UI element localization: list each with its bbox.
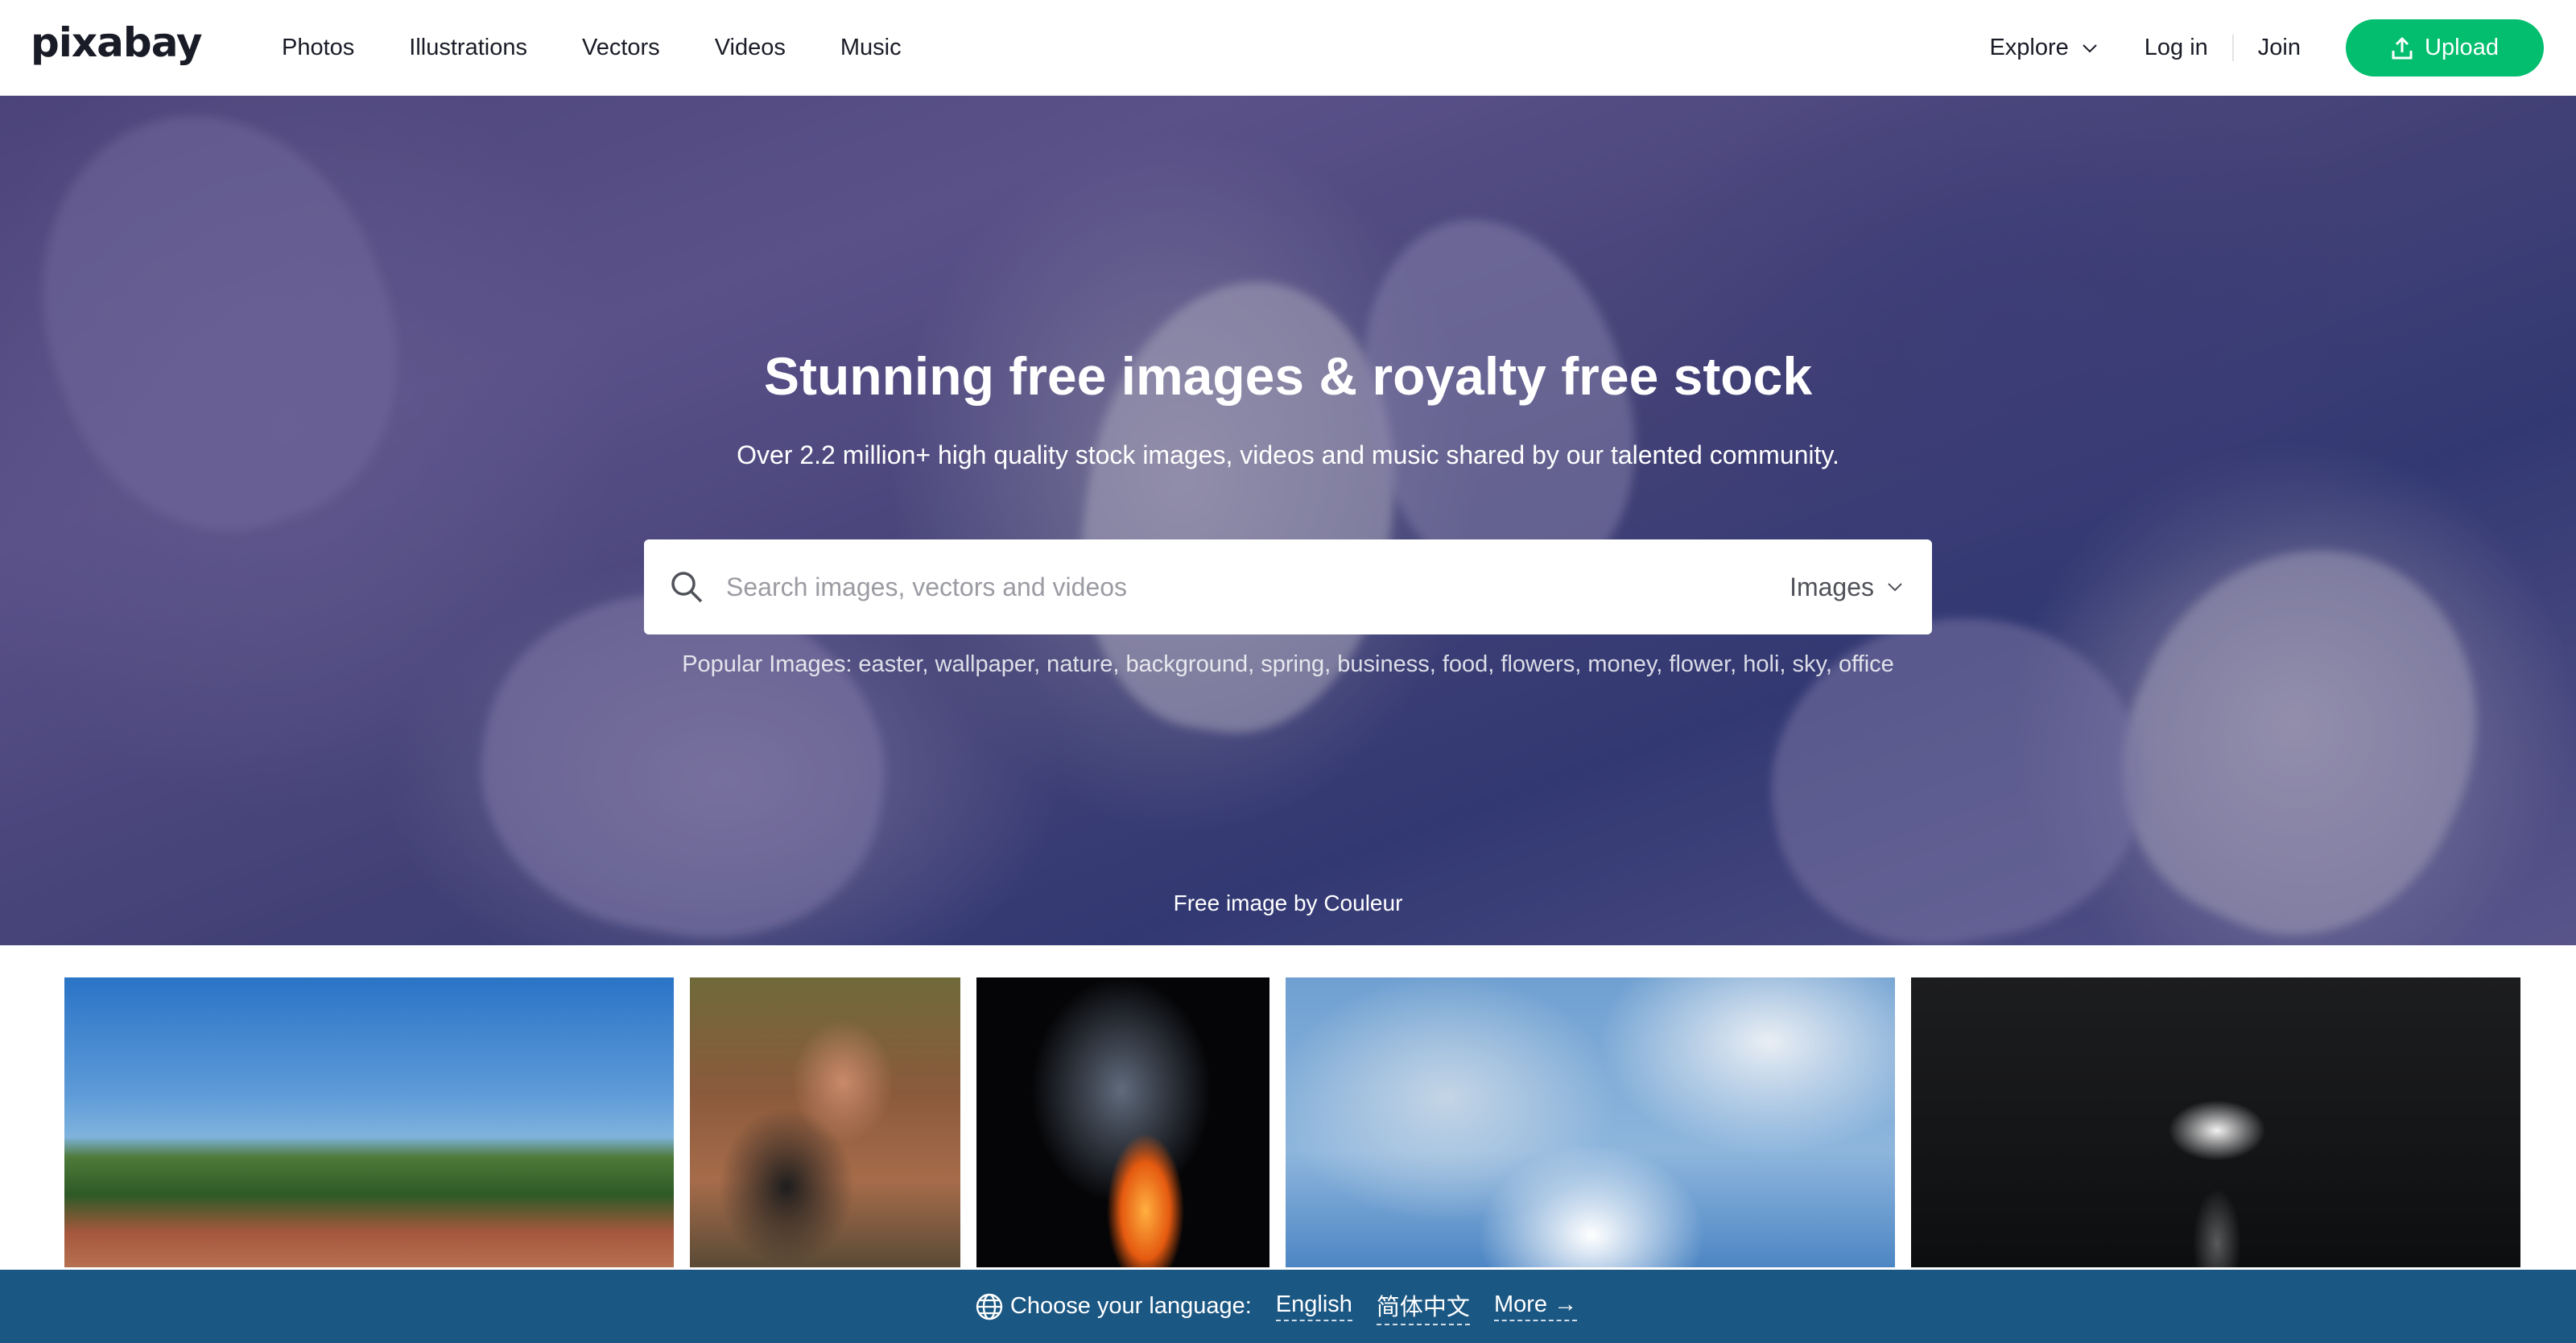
hero-overlay <box>0 96 2576 945</box>
upload-label: Upload <box>2425 35 2499 60</box>
image-gallery <box>0 977 2576 1267</box>
nav-music[interactable]: Music <box>840 35 902 61</box>
hero-subtitle: Over 2.2 million+ high quality stock ima… <box>737 440 1839 469</box>
chevron-down-icon <box>1888 583 1902 592</box>
language-english[interactable]: English <box>1275 1291 1352 1321</box>
search-icon[interactable] <box>668 568 705 605</box>
gallery-image[interactable] <box>976 977 1269 1267</box>
search-input[interactable] <box>726 572 1692 602</box>
image-credit[interactable]: Free image by Couleur <box>0 891 2576 916</box>
site-header: pixabay Photos Illustrations Vectors Vid… <box>0 0 2576 96</box>
upload-icon <box>2392 36 2413 59</box>
main-nav: Photos Illustrations Vectors Videos Musi… <box>282 0 956 96</box>
gallery-image[interactable] <box>64 977 674 1267</box>
language-chinese[interactable]: 简体中文 <box>1376 1288 1470 1325</box>
explore-menu[interactable]: Explore <box>1989 35 2099 61</box>
language-bar: Choose your language: English 简体中文 More … <box>0 1270 2576 1343</box>
language-label: Choose your language: <box>1009 1293 1252 1319</box>
search-bar: Images <box>644 539 1932 634</box>
language-more[interactable]: More → <box>1493 1291 1578 1321</box>
hero-banner: Stunning free images & royalty free stoc… <box>0 96 2576 945</box>
login-link[interactable]: Log in <box>2145 35 2234 61</box>
search-type-label: Images <box>1790 572 1874 601</box>
explore-label: Explore <box>1989 35 2069 60</box>
nav-illustrations[interactable]: Illustrations <box>409 35 527 61</box>
hero-title: Stunning free images & royalty free stoc… <box>763 346 1813 406</box>
gallery-image[interactable] <box>690 977 960 1267</box>
gallery-image[interactable] <box>1286 977 1895 1267</box>
gallery-image[interactable] <box>1911 977 2520 1267</box>
account-nav: Explore Log in Join Upload <box>1989 0 2544 96</box>
pixabay-logo[interactable]: pixabay <box>31 19 203 66</box>
nav-photos[interactable]: Photos <box>282 35 354 61</box>
globe-icon <box>976 1293 1003 1320</box>
popular-searches[interactable]: Popular Images: easter, wallpaper, natur… <box>0 651 2576 678</box>
join-link[interactable]: Join <box>2258 35 2301 61</box>
chevron-down-icon <box>2083 43 2097 52</box>
search-type-select[interactable]: Images <box>1790 539 1905 634</box>
upload-button[interactable]: Upload <box>2346 19 2544 76</box>
nav-vectors[interactable]: Vectors <box>582 35 660 61</box>
nav-videos[interactable]: Videos <box>715 35 786 61</box>
